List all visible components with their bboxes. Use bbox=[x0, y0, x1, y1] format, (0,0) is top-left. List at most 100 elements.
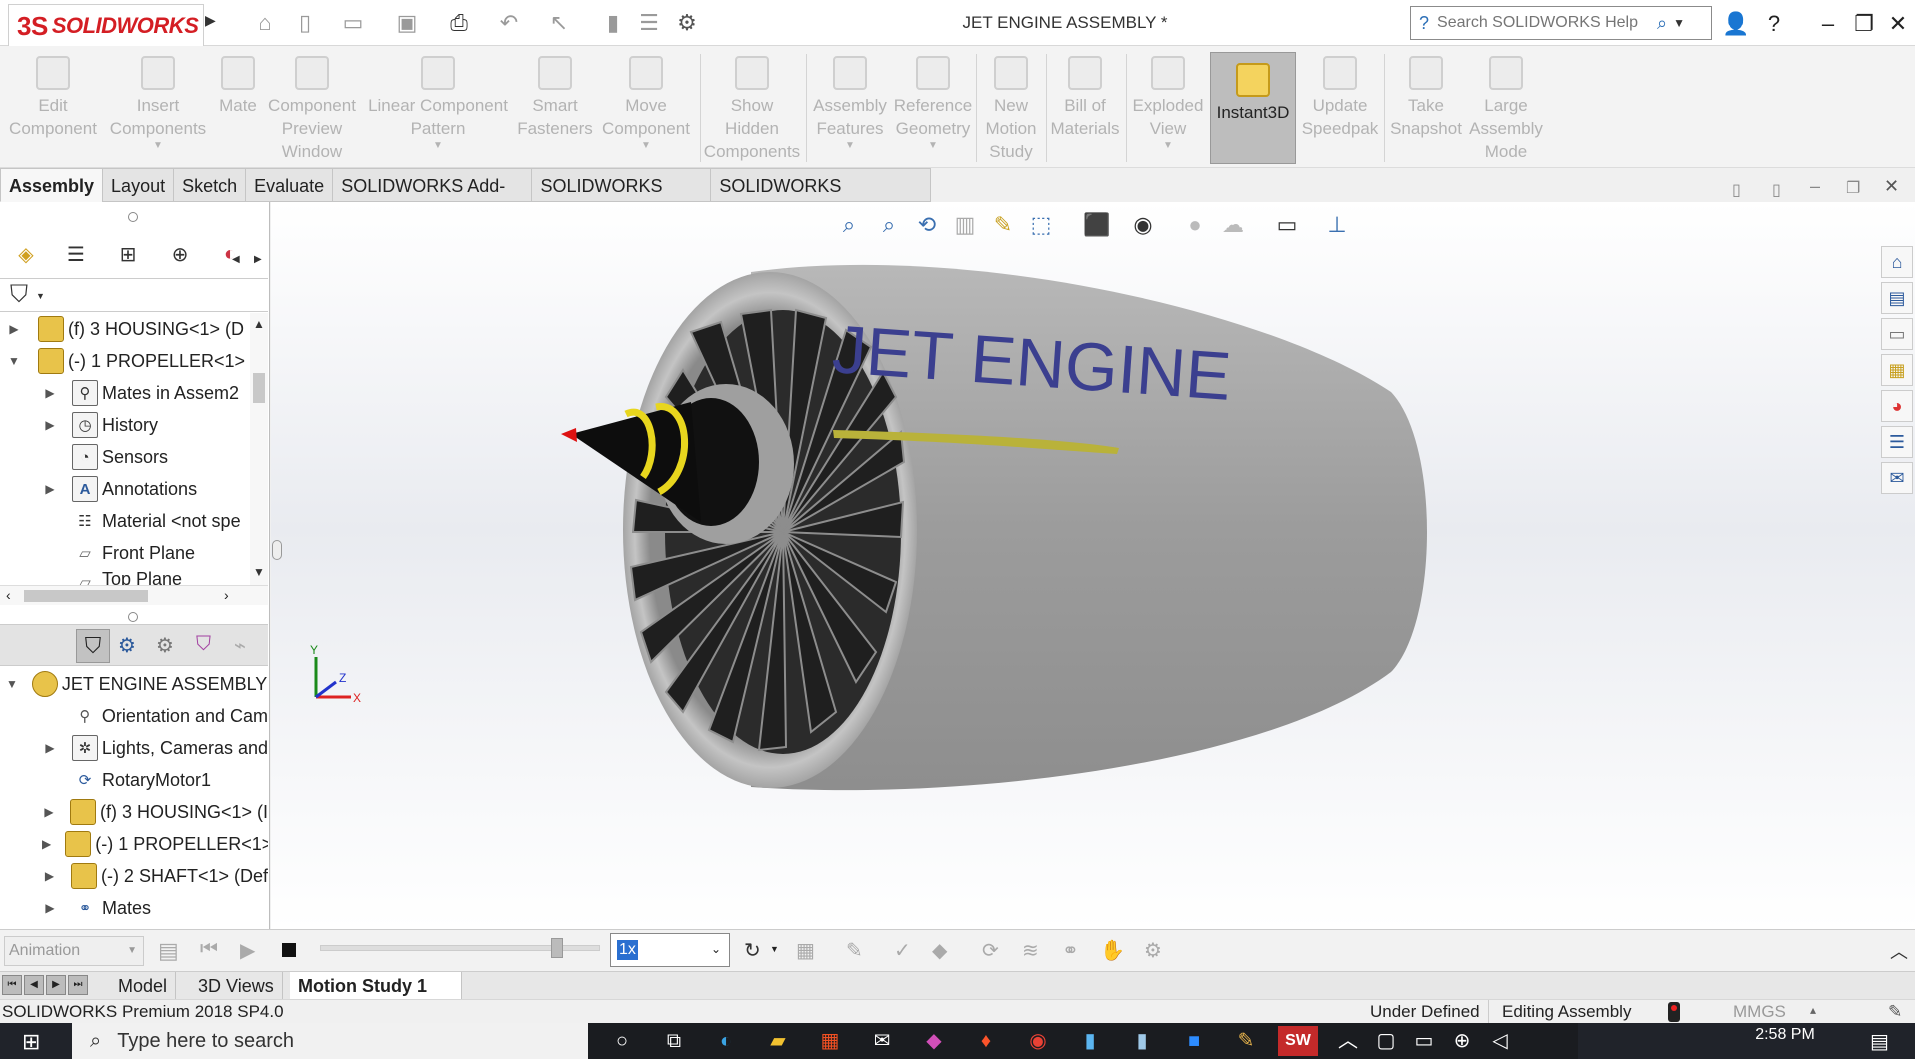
tree-item[interactable]: ▼ JET ENGINE ASSEMBLY ( bbox=[0, 668, 268, 700]
tree-item[interactable]: ⟳ RotaryMotor1 bbox=[0, 764, 268, 796]
brave-icon[interactable]: ♦ bbox=[966, 1026, 1006, 1056]
mail-icon[interactable]: ✉ bbox=[862, 1026, 902, 1056]
help-search-box[interactable]: ? ⌕ ▼ bbox=[1410, 6, 1712, 40]
taskbar-search-box[interactable]: ⌕ Type here to search bbox=[72, 1023, 588, 1059]
scroll-down-icon[interactable]: ▼ bbox=[253, 565, 265, 579]
scroll-up-icon[interactable]: ▲ bbox=[253, 317, 265, 331]
zoom-icon[interactable]: ■ bbox=[1174, 1026, 1214, 1056]
component-preview-button[interactable]: Component Preview Window bbox=[262, 46, 362, 168]
file-explorer-taskbar-icon[interactable]: ▰ bbox=[758, 1026, 798, 1056]
show-hidden-icons-icon[interactable]: ︿ bbox=[1328, 1026, 1368, 1056]
autokey-icon[interactable]: ✓ bbox=[894, 938, 911, 963]
tab-scroll-right-icon[interactable]: ▶ bbox=[254, 254, 262, 265]
tree-item[interactable]: ▶ (f) 3 HOUSING<1> (I bbox=[0, 796, 268, 828]
panel-collapse-handle[interactable] bbox=[128, 212, 138, 222]
print-icon[interactable]: ⎙ bbox=[444, 8, 474, 38]
display-style-icon[interactable]: ⬛ bbox=[1080, 208, 1114, 242]
animation-wizard-icon[interactable]: ✎ bbox=[846, 938, 863, 963]
chrome-icon[interactable]: ◉ bbox=[1018, 1026, 1058, 1056]
units-dropdown-icon[interactable]: ▴ bbox=[1810, 998, 1816, 1022]
gravity-icon[interactable]: ✋ bbox=[1100, 938, 1125, 963]
file-explorer-icon[interactable]: ▭ bbox=[1881, 318, 1913, 350]
previous-tab-icon[interactable]: ◀ bbox=[24, 975, 44, 995]
tree-item[interactable]: ◔ Sensors bbox=[0, 441, 268, 473]
solidworks-logo[interactable]: 3S SOLIDWORKS bbox=[8, 4, 204, 48]
close-icon[interactable]: ✕ bbox=[1882, 8, 1914, 40]
linear-pattern-button[interactable]: Linear Component Pattern ▼ bbox=[364, 46, 512, 168]
quick-tips-icon[interactable]: ✎ bbox=[1888, 1000, 1902, 1024]
motor-icon[interactable]: ⟳ bbox=[982, 938, 999, 963]
expand-motion-manager-icon[interactable]: ︿ bbox=[1890, 938, 1908, 964]
dimxpert-tab-icon[interactable]: ⊕ bbox=[162, 234, 198, 274]
edit-appearance-icon[interactable]: ● bbox=[1178, 208, 1212, 242]
paint-icon[interactable]: ✎ bbox=[1226, 1026, 1266, 1056]
search-dropdown-icon[interactable]: ▼ bbox=[1673, 16, 1685, 30]
tab-sketch[interactable]: Sketch bbox=[173, 168, 247, 202]
network-icon[interactable]: ⊕ bbox=[1442, 1026, 1482, 1056]
solidworks-resources-icon[interactable]: ⌂ bbox=[1881, 246, 1913, 278]
tree-item[interactable]: ▶ (-) 2 SHAFT<1> (Def bbox=[0, 860, 268, 892]
minimize-icon[interactable]: – bbox=[1812, 8, 1844, 40]
reference-geometry-button[interactable]: Reference Geometry ▼ bbox=[892, 46, 974, 168]
take-snapshot-button[interactable]: Take Snapshot bbox=[1386, 46, 1466, 168]
tree-item[interactable]: ☷ Material <not spe bbox=[0, 505, 268, 537]
mate-button[interactable]: Mate bbox=[212, 46, 264, 168]
tree-item[interactable]: ▶ ⚭ Mates bbox=[0, 892, 268, 924]
scroll-right-icon[interactable]: › bbox=[224, 587, 229, 603]
previous-view-icon[interactable]: ⟲ bbox=[910, 208, 944, 242]
dropdown-arrow-icon[interactable]: ▼ bbox=[1163, 140, 1173, 152]
photos-icon[interactable]: ◆ bbox=[914, 1026, 954, 1056]
calculate-icon[interactable]: ▤ bbox=[158, 938, 179, 964]
forum-icon[interactable]: ✉ bbox=[1881, 462, 1913, 494]
panel-resize-handle[interactable] bbox=[272, 540, 282, 560]
tree-item[interactable]: ▶ (-) 1 PROPELLER<1> bbox=[0, 828, 268, 860]
view-orientation-icon[interactable]: ⬚ bbox=[1024, 208, 1058, 242]
dropdown-arrow-icon[interactable]: ▼ bbox=[641, 140, 651, 152]
insert-components-button[interactable]: Insert Components ▼ bbox=[106, 46, 210, 168]
featuremanager-tab-icon[interactable]: ◈ bbox=[8, 234, 44, 274]
tab-inspection[interactable]: SOLIDWORKS Inspection bbox=[710, 168, 931, 230]
move-component-button[interactable]: Move Component ▼ bbox=[596, 46, 696, 168]
rebuild-icon[interactable]: ▮ bbox=[598, 8, 628, 38]
design-library-icon[interactable]: ▤ bbox=[1881, 282, 1913, 314]
assembly-features-button[interactable]: Assembly Features ▼ bbox=[808, 46, 892, 168]
tile-right-icon[interactable]: ▯ bbox=[1772, 180, 1781, 200]
camera-tray-icon[interactable]: ▢ bbox=[1366, 1026, 1406, 1056]
playback-slider[interactable] bbox=[320, 938, 600, 958]
help-search-input[interactable] bbox=[1437, 14, 1658, 32]
app-icon[interactable]: ▮ bbox=[1070, 1026, 1110, 1056]
play-icon[interactable]: ▶ bbox=[240, 938, 255, 963]
home-icon[interactable]: ⌂ bbox=[250, 8, 280, 38]
view-settings-icon[interactable]: ▭ bbox=[1270, 208, 1304, 242]
play-from-start-icon[interactable]: ⏮ bbox=[200, 938, 218, 961]
smart-fasteners-button[interactable]: Smart Fasteners bbox=[514, 46, 596, 168]
filter-animated-icon[interactable]: ⛉ bbox=[76, 629, 110, 663]
view-palette-icon[interactable]: ▦ bbox=[1881, 354, 1913, 386]
new-motion-study-button[interactable]: New Motion Study bbox=[978, 46, 1044, 168]
dropdown-arrow-icon[interactable]: ▼ bbox=[770, 944, 779, 954]
help-icon[interactable]: ? bbox=[1758, 8, 1790, 40]
dropdown-arrow-icon[interactable]: ▼ bbox=[928, 140, 938, 152]
cortana-icon[interactable]: ○ bbox=[602, 1026, 642, 1056]
task-view-icon[interactable]: ⧉ bbox=[654, 1026, 694, 1056]
tree-horizontal-scrollbar[interactable]: ‹ › bbox=[0, 585, 268, 605]
filter-dropdown-icon[interactable]: ▼ bbox=[36, 291, 45, 301]
tab-addins[interactable]: SOLIDWORKS Add-Ins bbox=[332, 168, 533, 230]
tab-evaluate[interactable]: Evaluate bbox=[245, 168, 334, 202]
stop-icon[interactable] bbox=[282, 943, 296, 957]
menu-expand-arrow-icon[interactable]: ▶ bbox=[205, 12, 216, 29]
tree-item[interactable]: ▶ ✲ Lights, Cameras and bbox=[0, 732, 268, 764]
zoom-to-fit-icon[interactable]: ⌕ bbox=[832, 208, 866, 242]
instant3d-button[interactable]: Instant3D bbox=[1210, 52, 1296, 164]
add-key-icon[interactable]: ◆ bbox=[932, 938, 947, 963]
graph-icon[interactable]: ⌁ bbox=[234, 633, 246, 658]
tab-model[interactable]: Model bbox=[110, 972, 177, 1000]
appearances-icon[interactable]: ◕ bbox=[1881, 390, 1913, 422]
slider-thumb[interactable] bbox=[551, 938, 563, 958]
filter-selected-icon[interactable]: ⚙ bbox=[156, 633, 174, 658]
tree-item[interactable]: ⚲ Orientation and Cam bbox=[0, 700, 268, 732]
apply-scene-icon[interactable]: ☁ bbox=[1216, 208, 1250, 242]
open-folder-icon[interactable]: ▭ bbox=[338, 8, 368, 38]
scroll-thumb[interactable] bbox=[253, 373, 265, 403]
propertymanager-tab-icon[interactable]: ☰ bbox=[58, 234, 94, 274]
